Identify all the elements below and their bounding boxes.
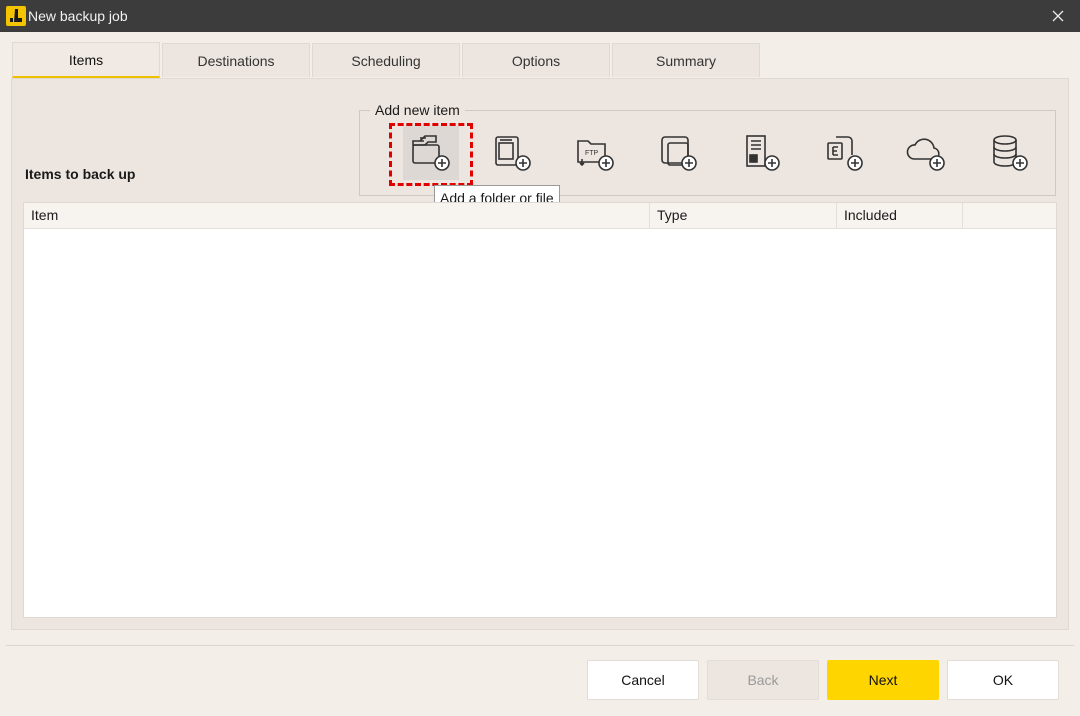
- back-button[interactable]: Back: [707, 660, 819, 700]
- close-icon[interactable]: [1044, 3, 1072, 29]
- table-header: Item Type Included: [24, 203, 1056, 229]
- cancel-button[interactable]: Cancel: [587, 660, 699, 700]
- tab-items[interactable]: Items: [12, 42, 160, 78]
- cloud-add-icon[interactable]: [898, 126, 954, 180]
- add-new-item-label: Add new item: [370, 102, 465, 118]
- ok-button[interactable]: OK: [947, 660, 1059, 700]
- tab-label: Options: [511, 52, 561, 69]
- svg-text:FTP: FTP: [585, 150, 599, 157]
- exchange-add-icon[interactable]: [816, 126, 872, 180]
- tab-destinations[interactable]: Destinations: [162, 43, 310, 77]
- column-header-item[interactable]: Item: [24, 203, 650, 228]
- window-title: New backup job: [28, 8, 128, 24]
- ftp-folder-add-icon[interactable]: FTP: [567, 126, 623, 180]
- database-add-icon[interactable]: [981, 126, 1037, 180]
- column-header-type[interactable]: Type: [650, 203, 837, 228]
- drive-add-icon[interactable]: [484, 126, 540, 180]
- next-button[interactable]: Next: [827, 660, 939, 700]
- tab-scheduling[interactable]: Scheduling: [312, 43, 460, 77]
- tab-label: Destinations: [197, 52, 275, 69]
- tab-options[interactable]: Options: [462, 43, 610, 77]
- footer-divider: [6, 645, 1074, 646]
- tab-label: Items: [68, 51, 104, 68]
- column-header-included[interactable]: Included: [837, 203, 963, 228]
- title-bar: New backup job: [0, 0, 1080, 32]
- copy-window-add-icon[interactable]: [650, 126, 706, 180]
- tab-summary[interactable]: Summary: [612, 43, 760, 77]
- app-logo-icon: [6, 6, 26, 26]
- items-table[interactable]: Item Type Included: [23, 202, 1057, 618]
- items-to-back-up-label: Items to back up: [25, 166, 136, 182]
- tab-label: Scheduling: [351, 52, 421, 69]
- windows-system-add-icon[interactable]: [733, 126, 789, 180]
- tab-label: Summary: [656, 52, 716, 69]
- selected-tool-focus-highlight: [389, 123, 473, 186]
